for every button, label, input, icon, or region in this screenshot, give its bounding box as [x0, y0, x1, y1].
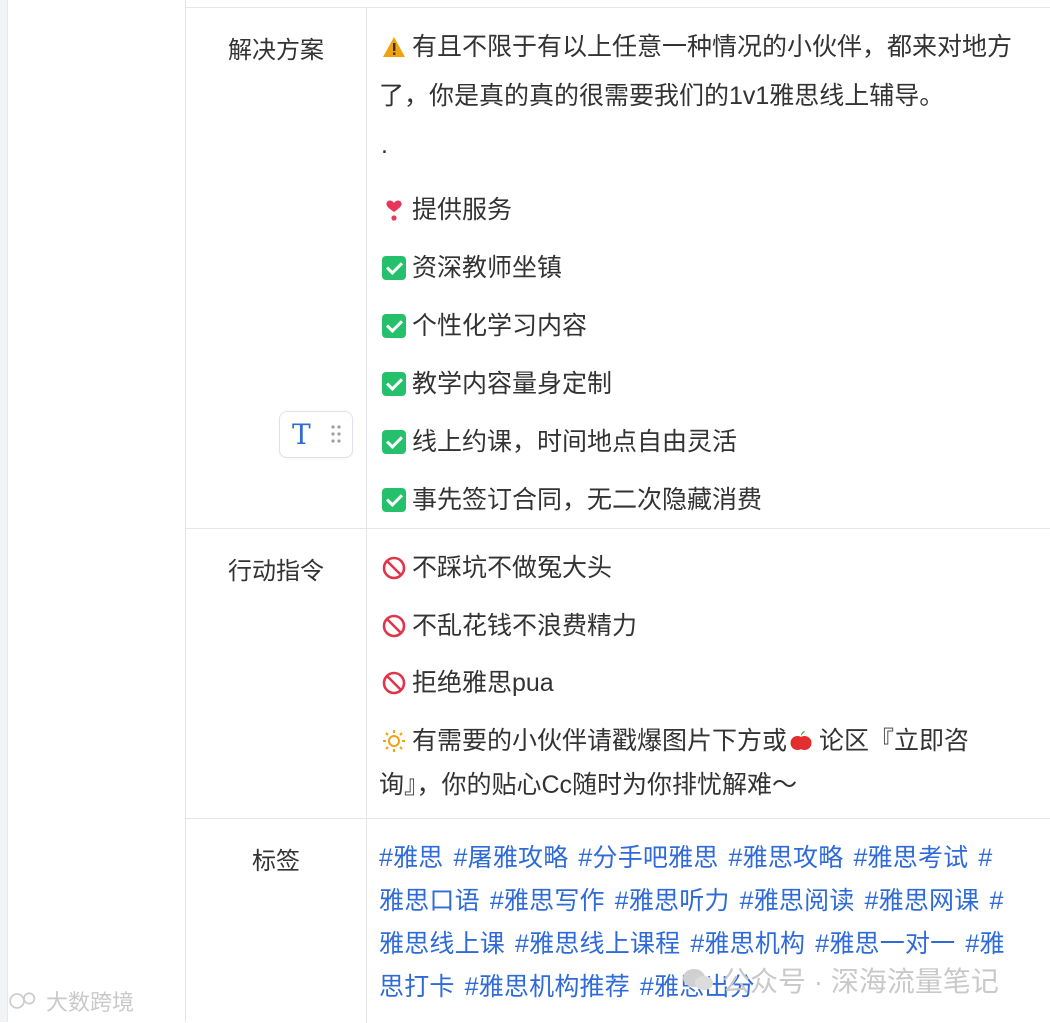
action-line-4: 有需要的小伙伴请戳爆图片下方或 论区『立即咨 [382, 720, 969, 763]
line-text: 教学内容量身定制 [412, 370, 613, 398]
tag-line-1: #雅思 #屠雅攻略 #分手吧雅思 #雅思攻略 #雅思考试 # [379, 837, 1002, 880]
tag-link[interactable]: #屠雅攻略 [454, 844, 569, 872]
apple-icon [790, 731, 812, 750]
tag-link[interactable]: #雅思听力 [615, 887, 730, 915]
solution-line-1: 有且不限于有以上任意一种情况的小伙伴，都来对地方 [382, 26, 1012, 69]
sun-icon [383, 730, 405, 752]
watermark-left: 大数跨境 [8, 985, 134, 1017]
tag-link[interactable]: #雅思线上课程 [515, 930, 680, 958]
tag-line-2: 雅思口语 #雅思写作 #雅思听力 #雅思阅读 #雅思网课 # [379, 880, 1014, 923]
check-icon [382, 488, 406, 512]
tag-link[interactable]: #雅思 [379, 844, 444, 872]
watermark-left-text: 大数跨境 [46, 990, 135, 1015]
info-table: 解决方案 有且不限于有以上任意一种情况的小伙伴，都来对地方 了，你是真的真的很需… [185, 0, 1050, 1023]
tag-link[interactable]: #雅思攻略 [729, 844, 844, 872]
prohibited-icon [382, 556, 406, 580]
line-text: 有需要的小伙伴请戳爆图片下方或 [412, 727, 788, 755]
check-icon [382, 314, 406, 338]
text-format-button[interactable]: T [292, 418, 311, 451]
row-label-solution: 解决方案 [228, 37, 324, 64]
table-row-action: 行动指令 不踩坑不做冤大头 不乱花钱不浪费精力 拒绝雅思pua 有需要的小伙伴请… [186, 528, 1050, 819]
solution-line-6: 个性化学习内容 [382, 305, 587, 348]
prohibited-icon [382, 614, 406, 638]
check-icon [382, 372, 406, 396]
solution-line-2: 了，你是真的真的很需要我们的1v1雅思线上辅导。 [379, 75, 944, 118]
solution-line-8: 线上约课，时间地点自由灵活 [382, 421, 737, 464]
line-text: 资深教师坐镇 [412, 254, 563, 282]
solution-line-4: 提供服务 [382, 189, 512, 232]
prohibited-icon [382, 671, 406, 695]
tag-link[interactable]: 思打卡 [379, 973, 455, 1001]
tag-link[interactable]: #雅思考试 [853, 844, 968, 872]
line-text: 线上约课，时间地点自由灵活 [412, 428, 738, 456]
tag-link[interactable]: #雅思机构推荐 [465, 973, 630, 1001]
line-text: . [381, 131, 388, 159]
solution-line-7: 教学内容量身定制 [382, 363, 612, 406]
wechat-icon [683, 969, 713, 990]
tag-link[interactable]: #雅思一对一 [815, 930, 955, 958]
heart-exclamation-icon [386, 200, 402, 221]
tag-link[interactable]: #雅思网课 [865, 887, 980, 915]
line-text: 询』，你的贴心Cc随时为你排忧解难～ [379, 771, 798, 799]
line-text: 论区『立即咨 [819, 727, 970, 755]
check-icon [382, 256, 406, 280]
line-text: 不乱花钱不浪费精力 [412, 612, 638, 640]
tag-link[interactable]: # [978, 844, 992, 872]
tag-link[interactable]: #雅思写作 [490, 887, 605, 915]
line-text: 个性化学习内容 [412, 312, 588, 340]
line-text: 事先签订合同，无二次隐藏消费 [412, 486, 763, 514]
tag-link[interactable]: 雅思口语 [379, 887, 480, 915]
warning-icon [383, 37, 405, 57]
watermark-logo-icon [9, 992, 36, 1009]
watermark-right: 公众号 · 深海流量笔记 [680, 960, 999, 1000]
line-text: 提供服务 [412, 196, 513, 224]
tag-link[interactable]: #雅思机构 [690, 930, 805, 958]
watermark-right-text: 公众号 · 深海流量笔记 [722, 966, 999, 997]
row-label-action: 行动指令 [228, 558, 324, 585]
action-line-2: 不乱花钱不浪费精力 [382, 605, 637, 648]
row-label-tags: 标签 [252, 848, 300, 875]
check-icon [382, 430, 406, 454]
tag-link[interactable]: #分手吧雅思 [578, 844, 718, 872]
tag-link[interactable]: #雅 [965, 930, 1004, 958]
left-rail [0, 0, 8, 1022]
solution-line-5: 资深教师坐镇 [382, 247, 562, 290]
action-line-1: 不踩坑不做冤大头 [382, 547, 612, 590]
action-line-3: 拒绝雅思pua [382, 662, 554, 705]
line-text: 不踩坑不做冤大头 [412, 554, 613, 582]
tag-link[interactable]: # [989, 887, 1003, 915]
tag-link[interactable]: #雅思阅读 [740, 887, 855, 915]
solution-line-9: 事先签订合同，无二次隐藏消费 [382, 479, 762, 522]
drag-handle-icon[interactable] [330, 424, 342, 444]
solution-line-3: . [381, 124, 388, 167]
action-line-5: 询』，你的贴心Cc随时为你排忧解难～ [379, 764, 797, 807]
line-text: 有且不限于有以上任意一种情况的小伙伴，都来对地方 [412, 33, 1013, 61]
line-text: 了，你是真的真的很需要我们的1v1雅思线上辅导。 [379, 82, 945, 110]
block-toolbar: T [279, 411, 353, 458]
line-text: 拒绝雅思pua [412, 669, 554, 697]
tag-link[interactable]: 雅思线上课 [379, 930, 505, 958]
